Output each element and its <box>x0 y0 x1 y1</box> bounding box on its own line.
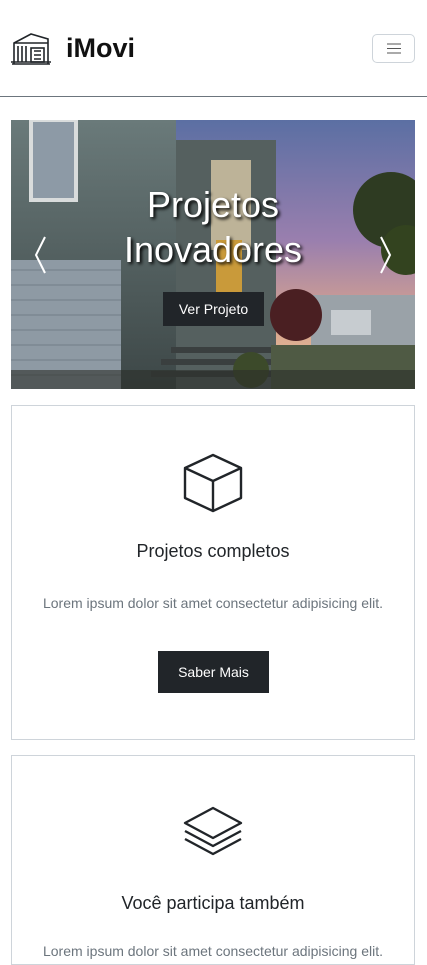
hero-carousel[interactable]: Projetos Inovadores Ver Projeto <box>11 120 415 389</box>
menu-toggle-button[interactable] <box>372 34 415 63</box>
carousel-title-line-1: Projetos <box>146 184 280 225</box>
feature-card-2: Você participa também Lorem ipsum dolor … <box>11 755 415 965</box>
feature-card-1: Projetos completos Lorem ipsum dolor sit… <box>11 405 415 740</box>
ver-projeto-button[interactable]: Ver Projeto <box>163 292 264 326</box>
carousel-title-line-2: Inovadores <box>123 229 303 270</box>
box-icon <box>183 453 243 513</box>
brand-name[interactable]: iMovi <box>66 30 135 66</box>
navbar: iMovi <box>0 0 427 97</box>
card-text: Lorem ipsum dolor sit amet consectetur a… <box>42 595 384 611</box>
layers-icon <box>183 806 243 856</box>
card-title: Projetos completos <box>136 541 290 561</box>
hamburger-menu-icon <box>386 43 401 54</box>
saber-mais-button[interactable]: Saber Mais <box>158 651 269 693</box>
card-title: Você participa também <box>121 893 305 913</box>
building-icon[interactable] <box>11 31 51 65</box>
card-text: Lorem ipsum dolor sit amet consectetur a… <box>42 943 384 959</box>
